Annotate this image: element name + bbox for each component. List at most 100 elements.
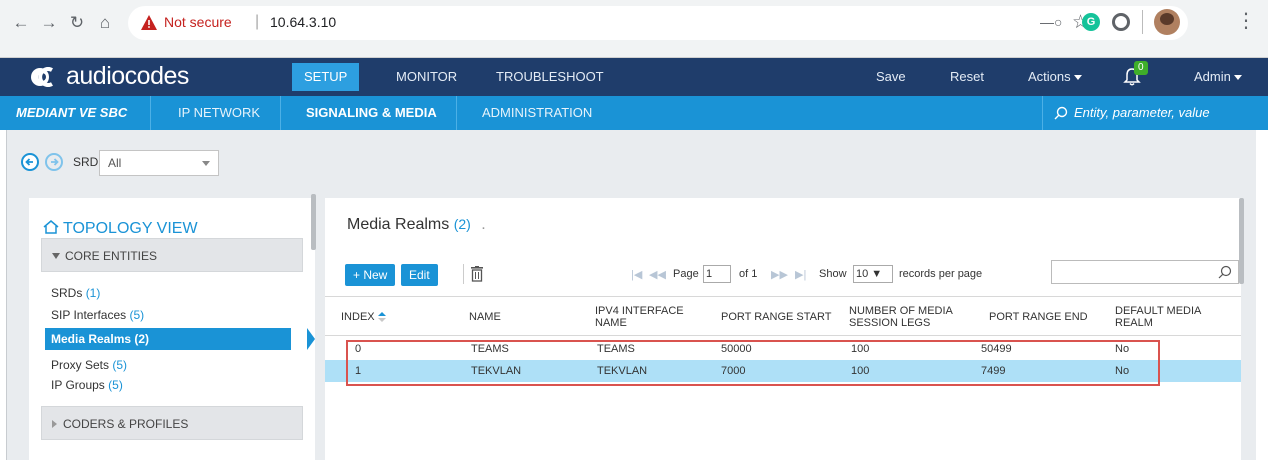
column-header-port-range-start[interactable]: PORT RANGE START	[721, 297, 845, 337]
nav-troubleshoot[interactable]: TROUBLESHOOT	[496, 58, 604, 96]
grammarly-extension-icon[interactable]: G	[1082, 13, 1100, 31]
edit-button[interactable]: Edit	[401, 264, 438, 286]
profile-avatar[interactable]	[1154, 9, 1180, 35]
tree-item-ip-groups[interactable]: IP Groups (5)	[51, 378, 123, 392]
address-bar[interactable]: Not secure | 10.64.3.10 ―○ ☆	[128, 6, 1188, 40]
topology-view-label: TOPOLOGY VIEW	[63, 220, 198, 237]
url-text[interactable]: 10.64.3.10	[270, 14, 336, 30]
tree-item-label: Proxy Sets	[51, 358, 110, 372]
browser-toolbar: ← → ↻ ⌂ Not secure | 10.64.3.10 ―○ ☆ G ⋮	[0, 0, 1268, 58]
forward-icon[interactable]: →	[38, 12, 60, 34]
column-header-ipv4-interface-name[interactable]: IPV4 INTERFACE NAME	[595, 297, 691, 337]
new-button[interactable]: + New	[345, 264, 396, 286]
save-button[interactable]: Save	[876, 58, 906, 96]
column-header-index[interactable]: INDEX	[341, 297, 441, 337]
records-per-page-value: 10	[856, 268, 869, 280]
admin-menu[interactable]: Admin	[1194, 58, 1242, 96]
last-page-icon[interactable]: ▶|	[795, 268, 806, 281]
cell-ipv4-interface: TEKVLAN	[597, 365, 648, 377]
reset-button[interactable]: Reset	[950, 58, 984, 96]
show-label: Show	[819, 268, 847, 280]
tab-signaling-media[interactable]: SIGNALING & MEDIA	[306, 96, 437, 130]
coders-profiles-label: CODERS & PROFILES	[63, 417, 189, 431]
nav-monitor[interactable]: MONITOR	[396, 58, 457, 96]
tree-item-count: (5)	[112, 358, 128, 372]
records-per-page-select[interactable]: 10 ▼	[853, 265, 893, 283]
tree-item-count: (1)	[85, 286, 101, 300]
tab-ip-network[interactable]: IP NETWORK	[178, 96, 260, 130]
table-search-input[interactable]	[1051, 260, 1239, 284]
back-icon[interactable]: ←	[10, 12, 32, 34]
admin-caret-icon	[1233, 75, 1242, 81]
topology-view-title[interactable]: TOPOLOGY VIEW	[43, 220, 198, 238]
page-title-label: Media Realms	[347, 216, 450, 233]
logo-text: audiocodes	[66, 62, 189, 90]
notification-badge: 0	[1134, 61, 1148, 75]
column-header-default-media-realm[interactable]: DEFAULT MEDIA REALM	[1115, 297, 1225, 337]
srd-label: SRD	[73, 155, 99, 169]
table-row[interactable]: 0 TEAMS TEAMS 50000 100 50499 No	[325, 338, 1241, 360]
actions-label: Actions	[1028, 69, 1071, 84]
right-scrollbar[interactable]	[1239, 198, 1244, 284]
address-divider: |	[255, 13, 260, 30]
page-title: Media Realms (2) .	[347, 216, 486, 234]
chevron-down-icon	[202, 161, 210, 166]
actions-menu[interactable]: Actions	[1028, 58, 1082, 96]
search-icon[interactable]	[1054, 106, 1068, 120]
tree-item-srds[interactable]: SRDs (1)	[51, 286, 100, 300]
triangle-down-icon	[52, 253, 60, 259]
cell-ipv4-interface: TEAMS	[597, 343, 635, 355]
tree-item-label: Media Realms	[51, 332, 132, 346]
cell-index: 0	[355, 343, 362, 355]
tree-item-proxy-sets[interactable]: Proxy Sets (5)	[51, 358, 127, 372]
column-header-media-session-legs[interactable]: NUMBER OF MEDIA SESSION LEGS	[849, 297, 971, 337]
core-entities-label: CORE ENTITIES	[65, 249, 158, 263]
records-per-page-label: records per page	[899, 268, 983, 280]
tree-item-sip-interfaces[interactable]: SIP Interfaces (5)	[51, 308, 144, 322]
cell-default-media-realm: No	[1115, 365, 1130, 377]
home-icon[interactable]: ⌂	[94, 12, 116, 34]
core-entities-section[interactable]: CORE ENTITIES	[41, 238, 303, 272]
forward-circle-icon[interactable]	[45, 153, 63, 171]
column-header-name[interactable]: NAME	[469, 297, 579, 337]
column-header-port-range-end[interactable]: PORT RANGE END	[989, 297, 1099, 337]
nav-setup[interactable]: SETUP	[292, 63, 360, 91]
delete-icon[interactable]	[471, 266, 483, 282]
selection-arrow-icon	[307, 328, 315, 350]
reload-icon[interactable]: ↻	[66, 12, 88, 34]
cell-media-session-legs: 100	[851, 365, 870, 377]
page-number-input[interactable]: 1	[703, 265, 731, 283]
extension-circle-icon[interactable]	[1112, 13, 1130, 31]
actions-caret-icon	[1073, 75, 1082, 81]
cell-port-range-end: 50499	[981, 343, 1012, 355]
tree-item-label: SRDs	[51, 286, 83, 300]
table-row[interactable]: 1 TEKVLAN TEKVLAN 7000 100 7499 No	[325, 360, 1241, 382]
sort-icon	[377, 312, 386, 322]
left-scrollbar[interactable]	[311, 194, 316, 250]
browser-menu-icon[interactable]: ⋮	[1236, 9, 1256, 33]
srd-select-value: All	[108, 156, 122, 170]
prev-page-icon[interactable]: ◀◀	[649, 268, 666, 281]
cell-port-range-start: 50000	[721, 343, 752, 355]
subnav-divider	[280, 96, 281, 130]
tree-item-label: IP Groups	[51, 378, 105, 392]
media-realms-panel: Media Realms (2) . + New Edit |◀ ◀◀ Page…	[325, 198, 1241, 460]
srd-select[interactable]: All	[99, 150, 219, 176]
key-icon[interactable]: ―○	[1040, 14, 1062, 30]
cell-port-range-end: 7499	[981, 365, 1006, 377]
back-circle-icon[interactable]	[21, 153, 39, 171]
tree-item-media-realms[interactable]: Media Realms (2)	[45, 328, 315, 350]
not-secure-label: Not secure	[164, 14, 232, 30]
coders-profiles-section[interactable]: CODERS & PROFILES	[41, 406, 303, 440]
page-title-dot: .	[481, 216, 486, 233]
page-title-count: (2)	[453, 216, 471, 232]
first-page-icon[interactable]: |◀	[631, 268, 642, 281]
subnav-divider	[456, 96, 457, 130]
cell-media-session-legs: 100	[851, 343, 870, 355]
tab-administration[interactable]: ADMINISTRATION	[482, 96, 592, 130]
product-name: MEDIANT VE SBC	[16, 105, 128, 120]
global-search-input[interactable]: Entity, parameter, value	[1074, 96, 1210, 130]
toolbar-divider	[463, 264, 464, 284]
table-header: INDEX NAME IPV4 INTERFACE NAME PORT RANG…	[325, 296, 1241, 336]
next-page-icon[interactable]: ▶▶	[771, 268, 788, 281]
